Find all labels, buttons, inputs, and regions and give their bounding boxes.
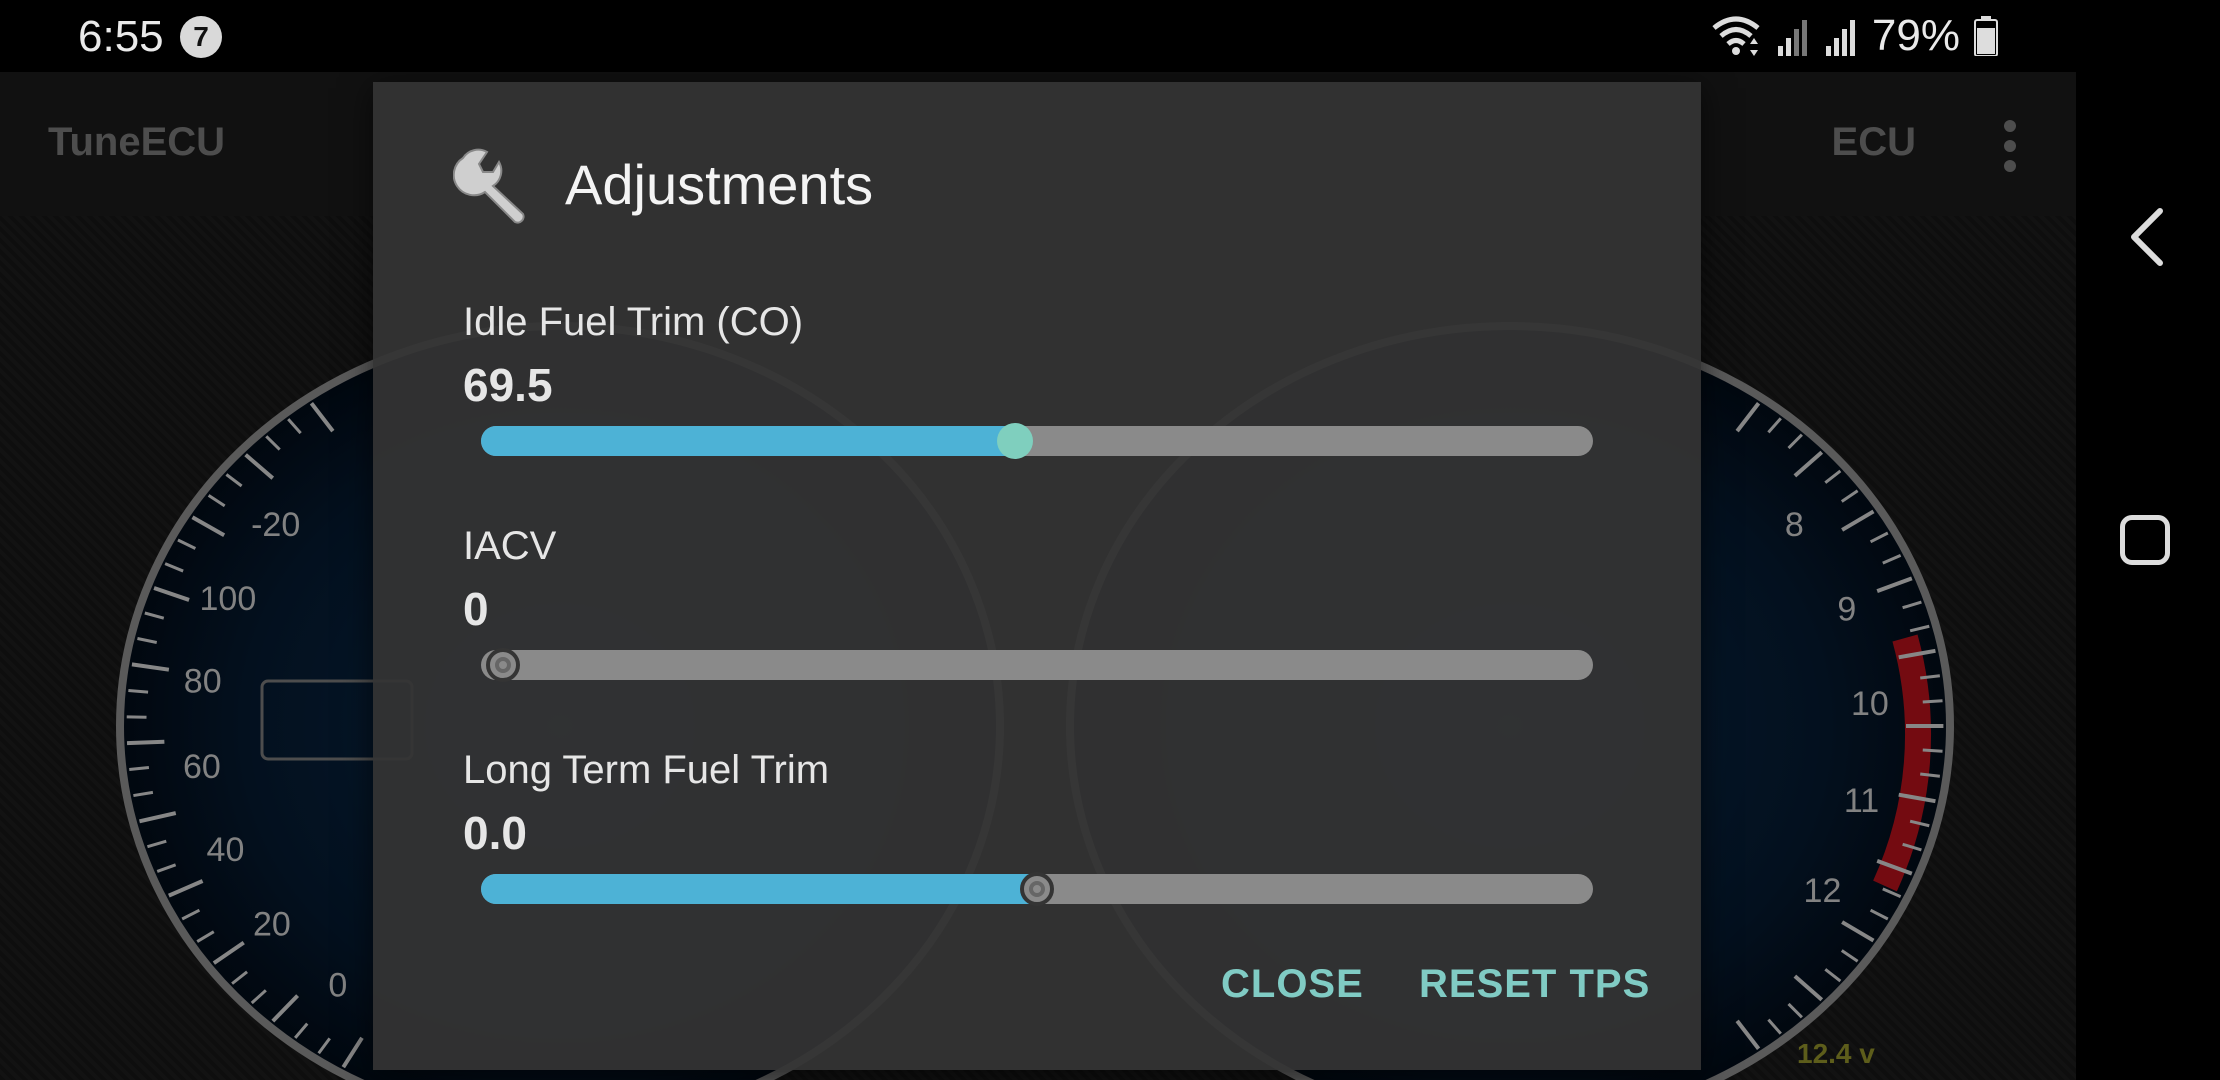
wifi-icon bbox=[1712, 16, 1760, 56]
reset-tps-button[interactable]: RESET TPS bbox=[1419, 962, 1650, 1007]
dialog-title: Adjustments bbox=[565, 153, 874, 216]
status-bar: 6:55 7 79% bbox=[0, 0, 2076, 72]
long-term-fuel-trim-value: 0.0 bbox=[463, 807, 527, 859]
signal-icon-1 bbox=[1777, 20, 1807, 56]
iacv-value: 0 bbox=[463, 583, 489, 635]
idle-fuel-trim-label: Idle Fuel Trim (CO) bbox=[463, 300, 804, 344]
adjustments-dialog: Adjustments Idle Fuel Trim (CO) 69.5 IAC… bbox=[373, 82, 1701, 1070]
slider-thumb[interactable] bbox=[996, 423, 1033, 459]
signal-icon-2 bbox=[1825, 20, 1855, 56]
slider-fill bbox=[481, 874, 1037, 904]
wrench-icon bbox=[453, 148, 525, 224]
slider-fill bbox=[481, 426, 1015, 456]
battery-percent: 79% bbox=[1871, 11, 1960, 60]
slider-thumb[interactable] bbox=[486, 648, 521, 682]
status-time: 6:55 bbox=[78, 12, 164, 61]
iacv-slider[interactable] bbox=[481, 648, 1593, 682]
long-term-fuel-trim-slider[interactable] bbox=[481, 872, 1593, 906]
status-icons: 79% bbox=[1710, 10, 1998, 62]
close-button[interactable]: CLOSE bbox=[1221, 962, 1364, 1007]
home-button[interactable] bbox=[2120, 515, 2170, 565]
slider-thumb[interactable] bbox=[1020, 872, 1054, 906]
back-icon[interactable] bbox=[2124, 205, 2172, 269]
notification-count-badge: 7 bbox=[180, 16, 222, 58]
iacv-label: IACV bbox=[463, 524, 557, 568]
idle-fuel-trim-value: 69.5 bbox=[463, 359, 553, 411]
long-term-fuel-trim-label: Long Term Fuel Trim bbox=[463, 748, 830, 792]
navigation-bar bbox=[2076, 0, 2220, 1080]
battery-icon bbox=[1974, 16, 1998, 56]
idle-fuel-trim-slider[interactable] bbox=[481, 423, 1593, 459]
